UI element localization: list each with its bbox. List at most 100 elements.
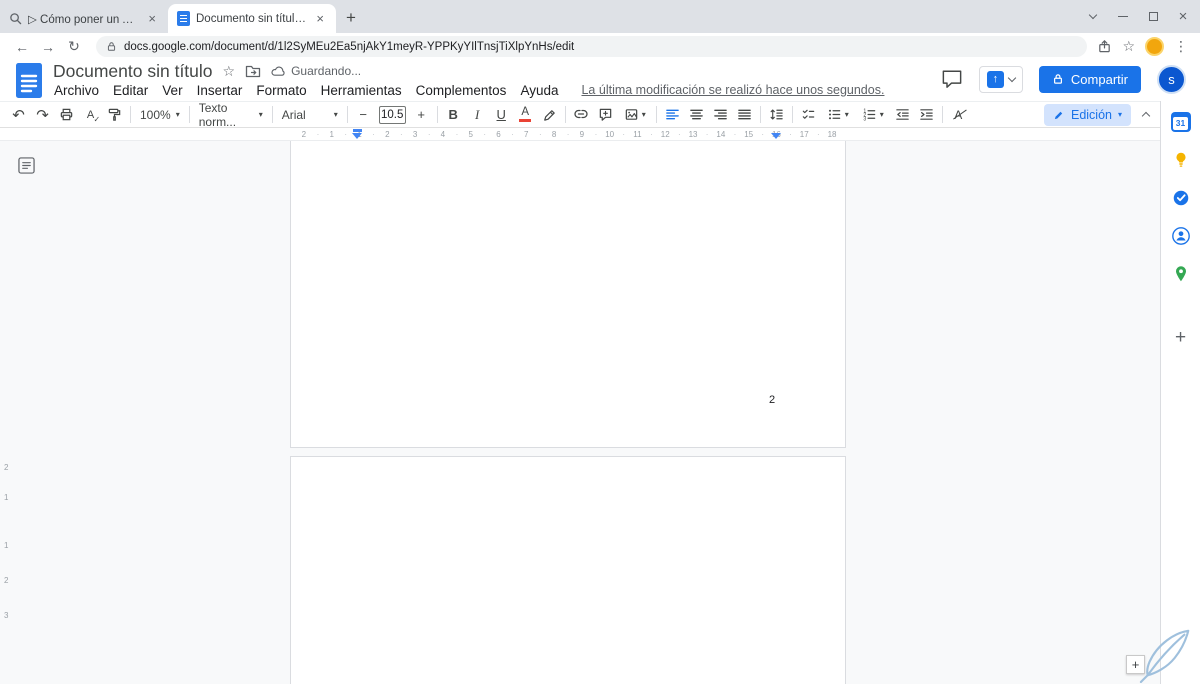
back-icon[interactable]: ←: [10, 39, 34, 55]
tab-search-result[interactable]: ▷ Cómo poner un Archivo de W... ×: [0, 4, 168, 33]
url-input[interactable]: docs.google.com/document/d/1l2SyMEu2Ea5n…: [96, 36, 1088, 57]
document-page-2[interactable]: 2: [290, 141, 846, 448]
highlight-color-icon[interactable]: [538, 103, 561, 126]
collapse-toolbar-icon[interactable]: [1141, 111, 1151, 121]
zoom-value: 100%: [140, 107, 171, 122]
text-color-icon[interactable]: A: [514, 103, 537, 126]
menu-item[interactable]: Formato: [249, 83, 313, 98]
forward-icon[interactable]: →: [36, 39, 60, 55]
menu-item[interactable]: Ayuda: [513, 83, 565, 98]
bulleted-list-icon[interactable]: ▾: [821, 103, 855, 126]
line-spacing-icon[interactable]: [765, 103, 788, 126]
menu-item[interactable]: Archivo: [47, 83, 106, 98]
keep-icon[interactable]: [1170, 149, 1192, 171]
add-comment-icon[interactable]: [594, 103, 617, 126]
browser-tab-strip: ▷ Cómo poner un Archivo de W... × Docume…: [0, 0, 1200, 33]
editing-mode-button[interactable]: Edición ▾: [1043, 103, 1131, 126]
clear-formatting-icon[interactable]: A: [947, 103, 970, 126]
redo-icon[interactable]: ↷: [31, 103, 54, 126]
tab-search-chevron-icon[interactable]: [1078, 0, 1108, 33]
tasks-icon[interactable]: [1170, 187, 1192, 209]
present-to-meeting-button[interactable]: ↑: [978, 65, 1023, 93]
menu-item[interactable]: Herramientas: [314, 83, 409, 98]
right-indent-marker[interactable]: [771, 133, 781, 139]
document-page-3[interactable]: [290, 456, 846, 684]
star-document-icon[interactable]: ☆: [223, 63, 236, 80]
explore-button[interactable]: +: [1126, 655, 1145, 674]
paragraph-style-select[interactable]: Texto norm... ▾: [194, 101, 268, 129]
reload-icon[interactable]: ↻: [62, 38, 86, 55]
decrease-indent-icon[interactable]: [891, 103, 914, 126]
increase-font-size-icon[interactable]: +: [410, 103, 433, 126]
ruler-number: 6: [485, 128, 513, 141]
ruler-number: 5: [457, 128, 485, 141]
share-button[interactable]: Compartir: [1038, 65, 1141, 93]
account-avatar[interactable]: s: [1157, 64, 1186, 94]
tab-close-icon[interactable]: ×: [145, 11, 159, 26]
document-title[interactable]: Documento sin título: [53, 61, 213, 82]
ruler-number: 2: [373, 128, 402, 141]
comment-history-icon[interactable]: [941, 69, 963, 89]
show-outline-icon[interactable]: [16, 155, 36, 175]
new-tab-button[interactable]: +: [346, 9, 356, 26]
first-line-indent-marker[interactable]: [353, 129, 362, 132]
ruler-number: 9: [568, 128, 597, 141]
watermark-quill-icon: [1138, 625, 1196, 684]
ruler-number: 3: [401, 128, 430, 141]
move-folder-icon[interactable]: [245, 64, 261, 78]
numbered-list-icon[interactable]: 123 ▾: [856, 103, 890, 126]
increase-indent-icon[interactable]: [915, 103, 938, 126]
tab-close-icon[interactable]: ×: [313, 11, 327, 26]
font-family-select[interactable]: Arial ▾: [277, 103, 343, 126]
menu-item[interactable]: Complementos: [409, 83, 514, 98]
insert-link-icon[interactable]: [570, 103, 593, 126]
window-controls: ×: [1078, 0, 1198, 33]
paint-format-icon[interactable]: [103, 103, 126, 126]
last-modified-link[interactable]: La última modificación se realizó hace u…: [581, 83, 884, 97]
close-window-button[interactable]: ×: [1168, 0, 1198, 33]
get-addons-icon[interactable]: +: [1175, 327, 1186, 349]
italic-icon[interactable]: I: [466, 103, 489, 126]
maximize-button[interactable]: [1138, 0, 1168, 33]
minimize-button[interactable]: [1108, 0, 1138, 33]
share-page-icon[interactable]: [1097, 39, 1112, 54]
vertical-ruler-number: 1: [4, 493, 9, 502]
bold-icon[interactable]: B: [442, 103, 465, 126]
insert-image-icon[interactable]: ▾: [618, 103, 652, 126]
justify-icon[interactable]: [733, 103, 756, 126]
menu-item[interactable]: Editar: [106, 83, 155, 98]
decrease-font-size-icon[interactable]: −: [352, 103, 375, 126]
tab-docs-active[interactable]: Documento sin título - Documen... ×: [168, 4, 336, 33]
underline-icon[interactable]: U: [490, 103, 513, 126]
maps-icon[interactable]: [1170, 263, 1192, 285]
spellcheck-icon[interactable]: A ✓: [79, 103, 102, 126]
address-bar-actions: ☆ ⋮: [1097, 37, 1190, 56]
browser-menu-icon[interactable]: ⋮: [1174, 38, 1188, 55]
ruler-number: 4: [429, 128, 458, 141]
browser-address-bar: ← → ↻ docs.google.com/document/d/1l2SyME…: [0, 33, 1200, 60]
docs-logo-icon[interactable]: [15, 62, 43, 104]
menu-item[interactable]: Ver: [155, 83, 189, 98]
align-right-icon[interactable]: [709, 103, 732, 126]
align-center-icon[interactable]: [685, 103, 708, 126]
document-canvas[interactable]: 2 1 1 2 3 2: [0, 141, 1160, 684]
align-left-icon[interactable]: [661, 103, 684, 126]
vertical-ruler-number: 3: [4, 611, 9, 620]
calendar-icon[interactable]: 31: [1170, 111, 1192, 133]
zoom-select[interactable]: 100% ▾: [135, 103, 185, 126]
undo-icon[interactable]: ↶: [7, 103, 30, 126]
font-size-input[interactable]: 10.5: [378, 105, 406, 124]
browser-profile-avatar[interactable]: [1145, 37, 1164, 56]
present-arrow-icon: ↑: [986, 70, 1004, 88]
ruler-number: 12: [651, 128, 681, 141]
contacts-icon[interactable]: [1170, 225, 1192, 247]
print-icon[interactable]: [55, 103, 78, 126]
checklist-icon[interactable]: [797, 103, 820, 126]
ruler-number: 7: [512, 128, 541, 141]
bookmark-star-icon[interactable]: ☆: [1122, 38, 1135, 55]
horizontal-ruler[interactable]: 21123456789101112131415161718: [0, 128, 1160, 141]
lock-icon: [107, 42, 116, 51]
docs-header: Documento sin título ☆ Guardando... Arch…: [0, 60, 1200, 101]
left-indent-marker[interactable]: [352, 133, 362, 139]
menu-item[interactable]: Insertar: [190, 83, 250, 98]
